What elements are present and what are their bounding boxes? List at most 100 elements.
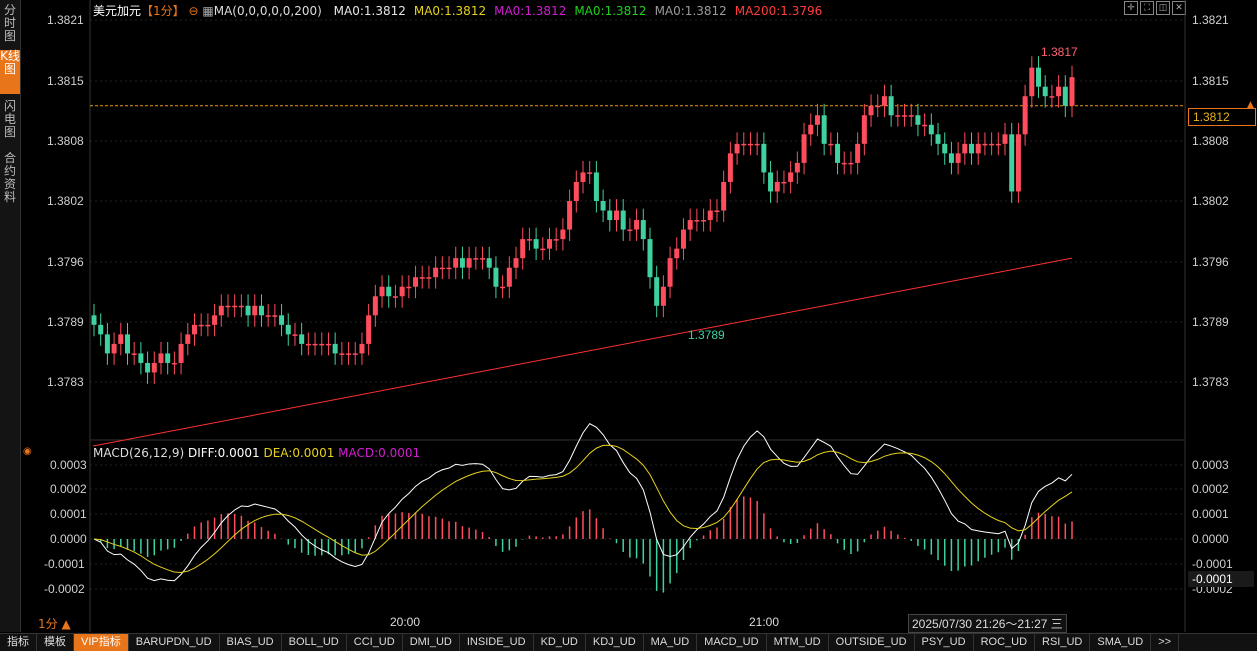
candle-body bbox=[701, 220, 707, 222]
candle-body bbox=[1069, 77, 1075, 106]
indicator-tab[interactable]: RSI_UD bbox=[1035, 634, 1091, 651]
candle-body bbox=[935, 134, 941, 144]
candle-body bbox=[580, 172, 586, 182]
candle-body bbox=[392, 296, 398, 298]
candle-body bbox=[439, 267, 445, 270]
indicator-tab[interactable]: DMI_UD bbox=[403, 634, 460, 651]
indicator-settings-icon[interactable]: ◉ bbox=[23, 446, 32, 457]
candle-body bbox=[346, 353, 352, 355]
indicator-tab[interactable]: OUTSIDE_UD bbox=[829, 634, 915, 651]
indicator-tab[interactable]: MA_UD bbox=[644, 634, 698, 651]
macd-dea: DEA:0.0001 bbox=[263, 446, 335, 460]
macd-tick: 0.0002 bbox=[1192, 482, 1229, 496]
candle-body bbox=[861, 115, 867, 144]
indicator-tab[interactable]: BARUPDN_UD bbox=[129, 634, 220, 651]
macd-current-box: -0.0001 bbox=[1188, 571, 1254, 587]
indicator-tab[interactable]: INSIDE_UD bbox=[460, 634, 534, 651]
candle-body bbox=[151, 362, 157, 373]
candle-body bbox=[1009, 134, 1015, 192]
candle-body bbox=[1062, 86, 1068, 106]
indicator-tab[interactable]: KDJ_UD bbox=[586, 634, 644, 651]
high-marker: 1.3817 bbox=[1041, 45, 1078, 59]
candle-body bbox=[660, 286, 666, 306]
candle-body bbox=[1015, 134, 1021, 192]
candle-body bbox=[459, 258, 465, 268]
candle-body bbox=[379, 286, 385, 297]
candle-body bbox=[238, 305, 244, 308]
candle-body bbox=[942, 143, 948, 154]
macd-tick: 0.0003 bbox=[50, 458, 87, 472]
candle-body bbox=[232, 305, 238, 308]
candle-body bbox=[553, 239, 559, 241]
candle-body bbox=[982, 143, 988, 146]
indicator-tab[interactable]: ROC_UD bbox=[974, 634, 1036, 651]
candle-body bbox=[1036, 67, 1042, 87]
period-selector[interactable]: 1分 ▲ bbox=[38, 615, 71, 632]
indicator-tab[interactable]: VIP指标 bbox=[74, 634, 129, 651]
candle-body bbox=[667, 258, 673, 287]
candle-body bbox=[808, 124, 814, 135]
candle-body bbox=[788, 172, 794, 182]
candle-body bbox=[727, 153, 733, 182]
candle-body bbox=[292, 334, 298, 336]
candle-body bbox=[734, 143, 740, 154]
candle-body bbox=[640, 220, 646, 240]
indicator-tab[interactable]: 指标 bbox=[0, 634, 37, 651]
candle-body bbox=[98, 324, 104, 335]
macd-tick: -0.0001 bbox=[44, 557, 85, 571]
candle-body bbox=[426, 277, 432, 279]
candle-body bbox=[888, 96, 894, 116]
candle-body bbox=[332, 343, 338, 354]
candle-body bbox=[680, 229, 686, 249]
indicator-tab[interactable]: CCI_UD bbox=[347, 634, 403, 651]
macd-title: MACD(26,12,9) bbox=[93, 446, 185, 460]
candle-body bbox=[533, 239, 539, 249]
candle-body bbox=[721, 181, 727, 211]
indicator-tab[interactable]: MACD_UD bbox=[697, 634, 767, 651]
candle-body bbox=[613, 210, 619, 221]
macd-diff: DIFF:0.0001 bbox=[187, 446, 260, 460]
candle-body bbox=[386, 286, 392, 297]
candle-body bbox=[212, 315, 218, 325]
candle-body bbox=[915, 115, 921, 125]
candle-body bbox=[587, 172, 593, 174]
low-marker: 1.3789 bbox=[688, 328, 725, 342]
macd-tick: -0.0001 bbox=[1192, 557, 1233, 571]
candle-body bbox=[895, 115, 901, 117]
macd-tick: -0.0002 bbox=[44, 582, 85, 596]
candle-body bbox=[540, 248, 546, 251]
candle-body bbox=[841, 162, 847, 165]
candle-body bbox=[1002, 134, 1008, 144]
indicator-tab[interactable]: KD_UD bbox=[534, 634, 586, 651]
candle-body bbox=[1022, 96, 1028, 135]
menu-icon[interactable]: 三 bbox=[1051, 617, 1063, 631]
candle-body bbox=[908, 115, 914, 117]
indicator-tab[interactable]: BOLL_UD bbox=[282, 634, 347, 651]
ma200-line bbox=[92, 257, 1073, 447]
candle-body bbox=[975, 143, 981, 154]
candle-body bbox=[359, 343, 365, 354]
time-label: 21:00 bbox=[749, 615, 780, 629]
candle-body bbox=[406, 286, 412, 289]
indicator-tab[interactable]: >> bbox=[1151, 634, 1180, 651]
indicator-tab[interactable]: 模板 bbox=[37, 634, 74, 651]
candle-body bbox=[205, 324, 211, 327]
candle-body bbox=[131, 353, 137, 355]
candle-body bbox=[339, 353, 345, 355]
macd-current: -0.0001 bbox=[1192, 572, 1233, 586]
candle-body bbox=[607, 210, 613, 221]
candle-body bbox=[714, 210, 720, 213]
indicator-tab[interactable]: PSY_UD bbox=[915, 634, 974, 651]
candle-body bbox=[694, 220, 700, 222]
kline-chart[interactable] bbox=[0, 0, 1257, 632]
candle-body bbox=[218, 305, 224, 316]
time-label: 20:00 bbox=[390, 615, 421, 629]
macd-tick: 0.0003 bbox=[1192, 458, 1229, 472]
candle-body bbox=[687, 220, 693, 230]
candle-body bbox=[881, 96, 887, 106]
indicator-tab[interactable]: SMA_UD bbox=[1090, 634, 1152, 651]
indicator-tab[interactable]: MTM_UD bbox=[767, 634, 829, 651]
candle-body bbox=[747, 143, 753, 146]
indicator-tab[interactable]: BIAS_UD bbox=[220, 634, 282, 651]
candle-body bbox=[600, 201, 606, 211]
